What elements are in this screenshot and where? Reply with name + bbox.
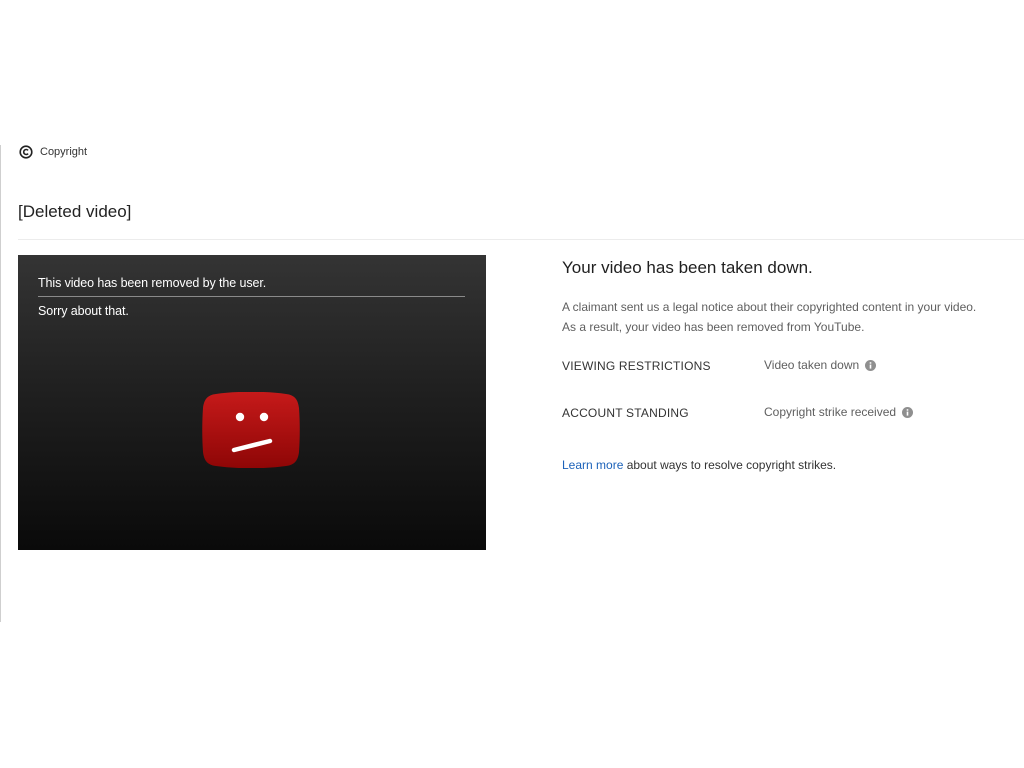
player-divider: [38, 296, 465, 297]
learn-more-text: about ways to resolve copyright strikes.: [623, 458, 837, 472]
viewing-restrictions-value-group: Video taken down: [764, 358, 877, 372]
copyright-icon: [19, 145, 33, 159]
info-icon[interactable]: [902, 406, 914, 418]
left-border: [0, 145, 1, 622]
account-standing-value: Copyright strike received: [764, 405, 897, 419]
removed-message: This video has been removed by the user.: [38, 276, 267, 290]
copyright-page: Copyright [Deleted video] This video has…: [0, 0, 1024, 768]
title-divider: [18, 239, 1024, 240]
apology-message: Sorry about that.: [38, 304, 129, 318]
takedown-explanation: A claimant sent us a legal notice about …: [562, 297, 976, 337]
learn-more-row: Learn more about ways to resolve copyrig…: [562, 458, 836, 472]
explanation-line-1: A claimant sent us a legal notice about …: [562, 300, 977, 314]
section-label: Copyright: [40, 146, 88, 158]
learn-more-link[interactable]: Learn more: [562, 458, 623, 472]
takedown-heading: Your video has been taken down.: [562, 258, 813, 277]
video-title: [Deleted video]: [18, 202, 132, 221]
viewing-restrictions-value: Video taken down: [764, 358, 860, 372]
sad-youtube-logo-icon: [202, 391, 300, 469]
account-standing-value-group: Copyright strike received: [764, 405, 914, 419]
viewing-restrictions-label: VIEWING RESTRICTIONS: [562, 359, 711, 373]
video-player[interactable]: This video has been removed by the user.…: [18, 255, 486, 550]
account-standing-label: ACCOUNT STANDING: [562, 406, 689, 420]
section-tag: Copyright: [19, 145, 87, 159]
info-icon[interactable]: [865, 359, 877, 371]
explanation-line-2: As a result, your video has been removed…: [562, 320, 865, 334]
